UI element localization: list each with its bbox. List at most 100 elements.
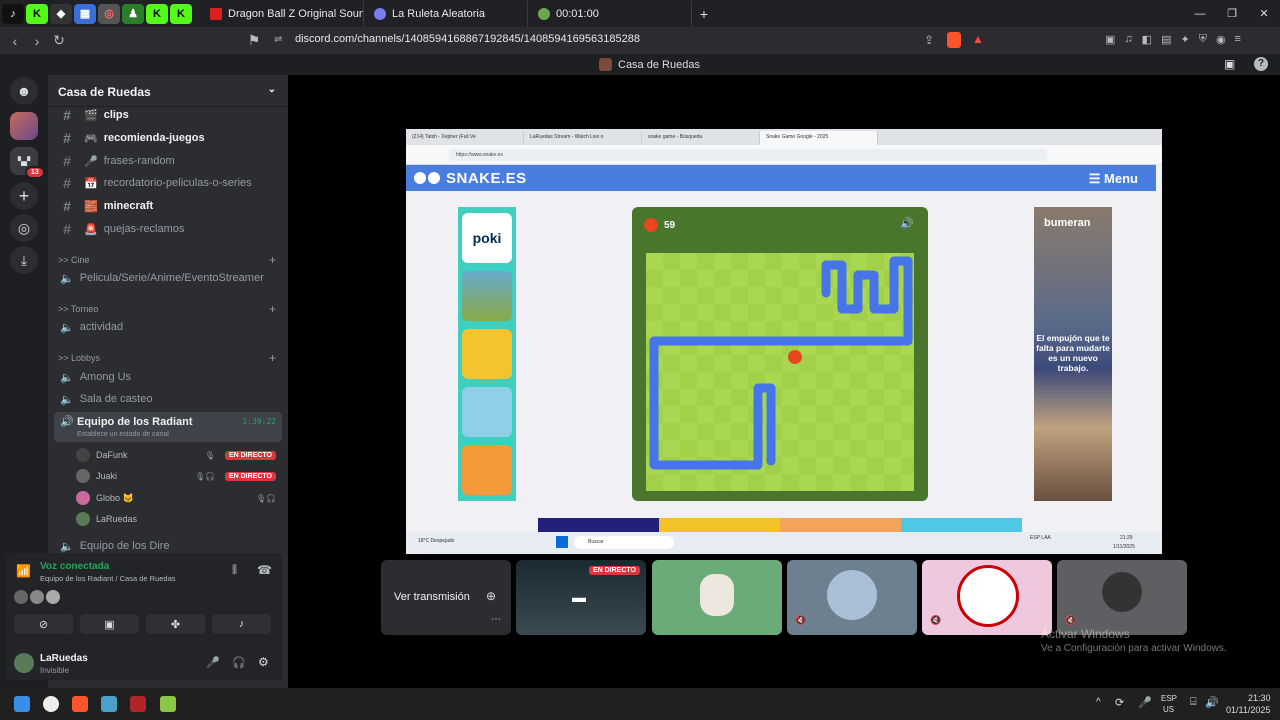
site-settings-icon[interactable]: ⇌ (274, 34, 282, 45)
activities-button[interactable]: ✤ (146, 614, 205, 634)
channel-quejas-reclamos[interactable]: # 🚨 quejas-reclamos (56, 219, 281, 239)
brave-icon[interactable] (72, 696, 88, 712)
forward-icon[interactable]: › (26, 33, 48, 49)
tray-chevron-icon[interactable]: ^ (1096, 697, 1101, 708)
wallet-icon[interactable]: ▤ (1161, 33, 1171, 46)
volume-icon[interactable]: 🔊 (1205, 696, 1219, 709)
new-tab-button[interactable]: + (692, 6, 716, 22)
participant-tile[interactable]: 🔇 (922, 560, 1052, 635)
kick-tab-icon[interactable]: K (146, 3, 168, 24)
discover-icon[interactable]: ◎ (10, 214, 38, 242)
kick-tab-icon[interactable]: K (170, 3, 192, 24)
add-channel-icon[interactable]: + (269, 302, 276, 316)
back-icon[interactable]: ‹ (4, 33, 26, 49)
add-channel-icon[interactable]: + (269, 253, 276, 267)
start-icon[interactable] (14, 696, 30, 712)
share-icon[interactable]: ⇪ (924, 33, 934, 47)
voice-member[interactable]: LaRuedas (76, 510, 276, 528)
download-icon[interactable]: ⤓ (10, 246, 38, 274)
channel-status[interactable]: Establece un estado de canal (77, 431, 169, 438)
record-tab-icon[interactable]: ◎ (98, 3, 120, 24)
server-header[interactable]: Casa de Ruedas ⌄ (48, 75, 288, 107)
app-tab-icon[interactable]: ◆ (50, 3, 72, 24)
channel-clips[interactable]: # 🎬 clips (56, 105, 281, 125)
server-casa-de-ruedas[interactable] (10, 112, 38, 140)
channel-recordatorio[interactable]: # 📅 recordatorio-peliculas-o-series (56, 173, 281, 193)
stream-thumb-live[interactable]: EN DIRECTO ▬ (516, 560, 646, 635)
more-icon[interactable]: ⋯ (491, 614, 501, 625)
sync-icon[interactable]: ⟳ (1115, 696, 1124, 709)
stream-thumb-ver[interactable]: Ver transmisión ⊕ ⋯ (381, 560, 511, 635)
mic-icon[interactable]: 🎤 (1138, 696, 1152, 709)
inbox-icon[interactable]: ▣ (1224, 57, 1235, 71)
voice-location[interactable]: Equipo de los Radiant / Casa de Ruedas (40, 574, 176, 583)
headphones-icon[interactable]: 🎧 (232, 656, 246, 669)
clock-time[interactable]: 21:30 (1248, 693, 1271, 703)
tiktok-tab-icon[interactable]: ♪ (2, 3, 24, 24)
noise-suppression-icon[interactable]: ⫼ (232, 564, 237, 577)
app-tab-icon[interactable]: ♟ (122, 3, 144, 24)
watch-icon[interactable]: ⊕ (486, 589, 496, 603)
camera-off-button[interactable]: ⊘ (14, 614, 73, 634)
tab-ruleta[interactable]: La Ruleta Aleatoria (364, 0, 528, 27)
channel-minecraft[interactable]: # 🧱 minecraft (56, 196, 281, 216)
extension-icon[interactable]: ◉ (1216, 33, 1226, 46)
lang-indicator[interactable]: ESP (1161, 694, 1177, 703)
avatar[interactable] (46, 590, 60, 604)
avatar[interactable] (14, 653, 34, 673)
microphone-icon[interactable]: 🎤 (206, 656, 220, 669)
settings-icon[interactable]: ⚙ (258, 655, 269, 669)
voice-channel-radiant[interactable]: 🔊 Equipo de los Radiant 1:39:22 Establec… (54, 412, 282, 442)
channel-frases-random[interactable]: # 🎤 frases-random (56, 151, 281, 171)
voice-member[interactable]: Juaki 🎙🎧 EN DIRECTO (76, 467, 276, 485)
tab-dragon-ball[interactable]: Dragon Ball Z Original Soundtrac (200, 0, 364, 27)
help-icon[interactable]: ? (1254, 57, 1268, 71)
participant-tile[interactable] (652, 560, 782, 635)
soundboard-button[interactable]: ♪ (212, 614, 271, 634)
participant-tile[interactable]: 🔇 (787, 560, 917, 635)
url-field[interactable]: discord.com/channels/1408594168867192845… (295, 33, 640, 45)
voice-member[interactable]: DaFunk 🎙 EN DIRECTO (76, 446, 276, 464)
voice-channel-casteo[interactable]: 🔈 Sala de casteo (56, 388, 281, 410)
network-icon[interactable]: ⌸ (1190, 696, 1197, 709)
reload-icon[interactable]: ↻ (48, 32, 70, 49)
category-torneo[interactable]: >> Torneo (58, 304, 98, 314)
category-lobbys[interactable]: >> Lobbys (58, 353, 100, 363)
bookmark-icon[interactable]: ⚑ (243, 32, 265, 49)
discord-home-icon[interactable]: ☻ (10, 77, 38, 105)
sidebar-icon[interactable]: ◧ (1142, 33, 1152, 46)
clock-date[interactable]: 01/11/2025 (1226, 705, 1270, 715)
screen-share-button[interactable]: ▣ (80, 614, 139, 634)
voice-member[interactable]: Globo 🐱 🎙🎧 (76, 489, 276, 507)
voice-channel-among-us[interactable]: 🔈 Among Us (56, 366, 281, 388)
avatar[interactable] (14, 590, 28, 604)
avatar[interactable] (30, 590, 44, 604)
add-channel-icon[interactable]: + (269, 351, 276, 365)
voice-channel-cine[interactable]: 🔈 Pelicula/Serie/Anime/EventoStreamer (56, 267, 281, 289)
maximize-icon[interactable]: ❐ (1216, 7, 1248, 20)
voice-channel-actividad[interactable]: 🔈 actividad (56, 316, 281, 338)
music-icon[interactable]: ♫ (1124, 33, 1132, 46)
category-cine[interactable]: >> Cine (58, 255, 90, 265)
obs-icon[interactable] (43, 696, 59, 712)
screenshot-icon[interactable]: ▣ (1105, 33, 1115, 46)
brave-shield-icon[interactable] (947, 32, 961, 48)
vpn-icon[interactable]: ⛨ (1199, 33, 1207, 46)
kick-tab-icon[interactable]: K (26, 3, 48, 24)
participant-tile[interactable]: 🔇 (1057, 560, 1187, 635)
disconnect-icon[interactable]: ☎ (257, 563, 272, 577)
channel-recomienda-juegos[interactable]: # 🎮 recomienda-juegos (56, 128, 281, 148)
tab-timer[interactable]: 00:01:00 (528, 0, 692, 27)
menu-icon[interactable]: ≡ (1235, 33, 1241, 46)
app-icon[interactable] (101, 696, 117, 712)
watch-stream-label[interactable]: Ver transmisión (394, 591, 470, 603)
stream-video[interactable]: (214) Tatsh - Xepher (Full Ve LaRuedas S… (406, 129, 1162, 554)
close-icon[interactable]: ✕ (1248, 7, 1280, 20)
app-tab-icon[interactable]: ▦ (74, 3, 96, 24)
minimize-icon[interactable]: — (1184, 8, 1216, 20)
brave-rewards-icon[interactable]: ▲ (972, 32, 984, 46)
app-icon[interactable] (160, 696, 176, 712)
user-name[interactable]: LaRuedas (40, 653, 88, 664)
add-server-icon[interactable]: + (10, 182, 38, 210)
ai-icon[interactable]: ✦ (1180, 33, 1189, 46)
